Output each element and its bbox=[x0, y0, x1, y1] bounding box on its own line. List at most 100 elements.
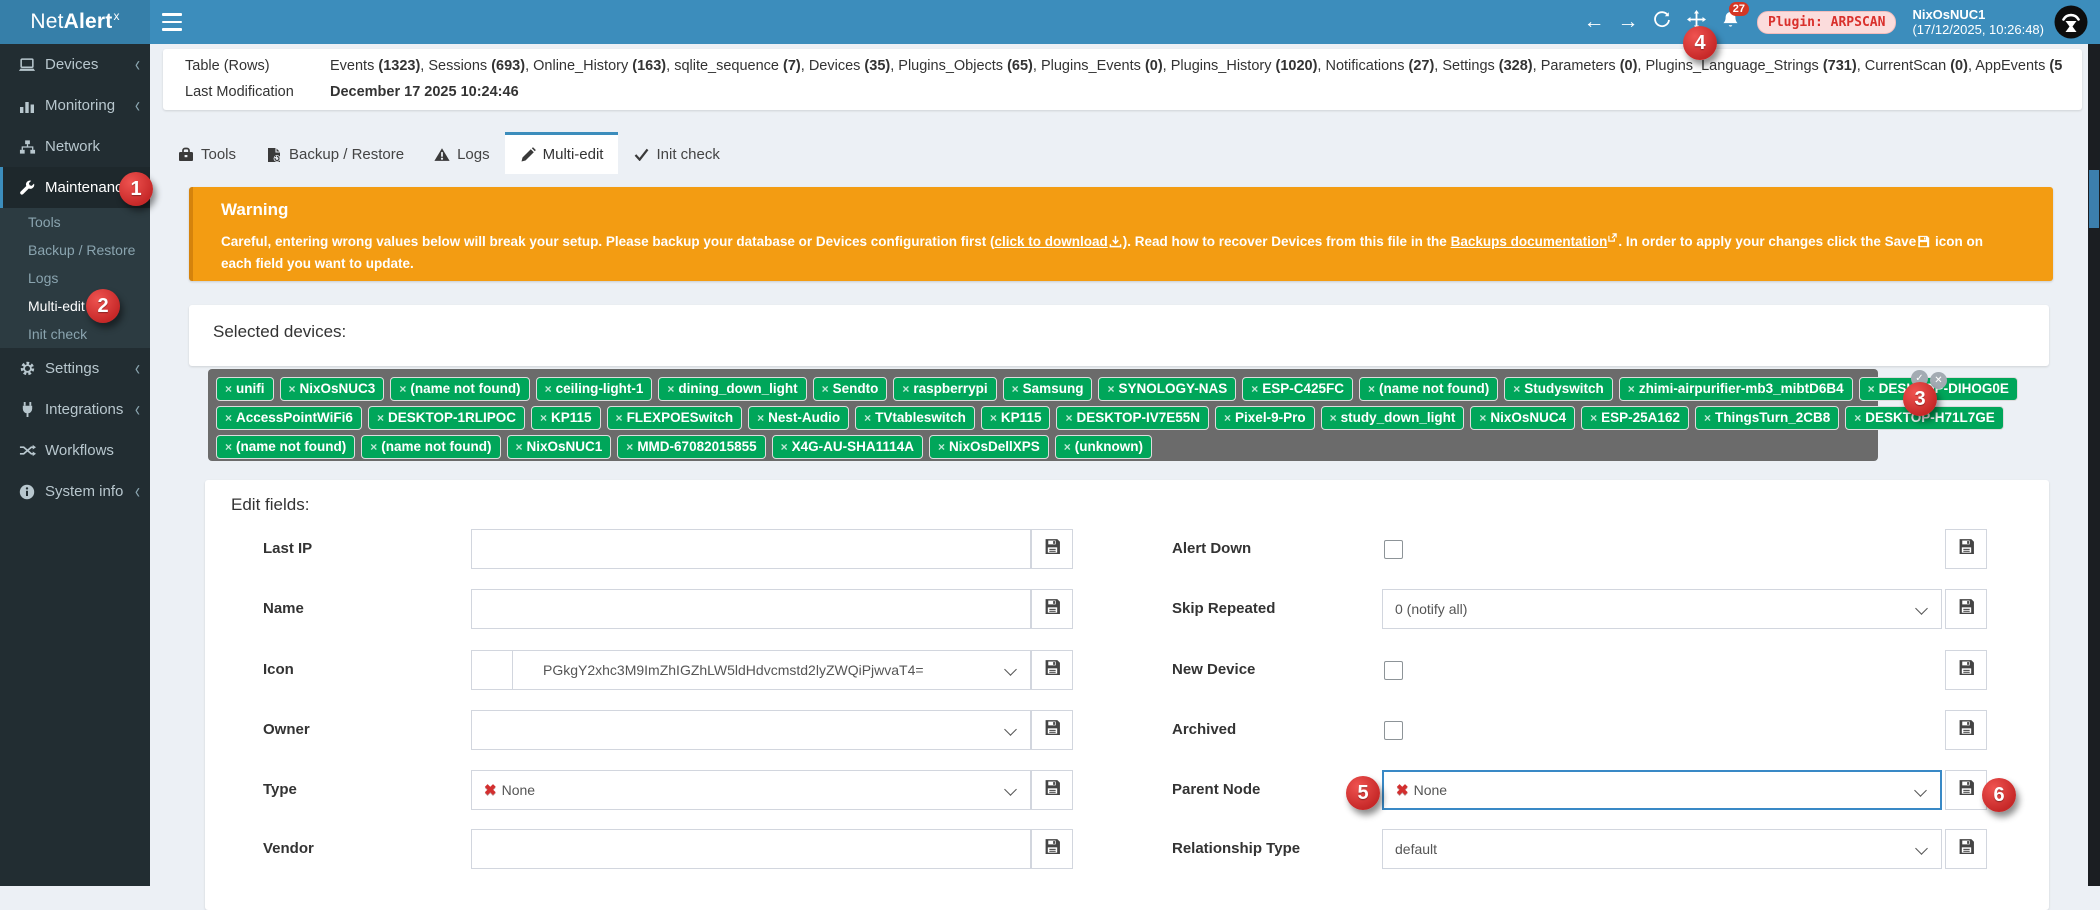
remove-chip-icon[interactable]: × bbox=[225, 440, 232, 454]
remove-chip-icon[interactable]: × bbox=[1107, 382, 1114, 396]
remove-chip-icon[interactable]: × bbox=[757, 411, 764, 425]
skip-repeated-save-button[interactable] bbox=[1945, 589, 1987, 629]
parent-node-select[interactable]: ✖None bbox=[1382, 770, 1942, 810]
device-chip[interactable]: ×Samsung bbox=[1003, 377, 1093, 401]
remove-chip-icon[interactable]: × bbox=[1513, 382, 1520, 396]
sidebar-item-network[interactable]: Network bbox=[0, 126, 150, 167]
archived-save-button[interactable] bbox=[1945, 710, 1987, 750]
remove-chip-icon[interactable]: × bbox=[1854, 411, 1861, 425]
last-ip-save-button[interactable] bbox=[1031, 529, 1073, 569]
device-chip[interactable]: ×study_down_light bbox=[1321, 406, 1465, 430]
remove-chip-icon[interactable]: × bbox=[1868, 382, 1875, 396]
remove-chip-icon[interactable]: × bbox=[1368, 382, 1375, 396]
device-chip[interactable]: ×NixOsDellXPS bbox=[929, 435, 1049, 459]
backups-documentation-link[interactable]: Backups documentation bbox=[1451, 234, 1608, 249]
remove-chip-icon[interactable]: × bbox=[1065, 411, 1072, 425]
device-chip[interactable]: ×MMD-67082015855 bbox=[617, 435, 765, 459]
clear-selection-button[interactable]: ✕ bbox=[1930, 372, 1947, 389]
sidebar-subitem-multi-edit[interactable]: Multi-edit bbox=[0, 292, 150, 320]
remove-chip-icon[interactable]: × bbox=[516, 440, 523, 454]
device-chip[interactable]: ×NixOsNUC4 bbox=[1470, 406, 1575, 430]
device-chip[interactable]: ×TVtableswitch bbox=[855, 406, 975, 430]
sidebar-item-settings[interactable]: Settings‹ bbox=[0, 348, 150, 389]
remove-chip-icon[interactable]: × bbox=[938, 440, 945, 454]
device-chip[interactable]: ×DESKTOP-IV7E55N bbox=[1056, 406, 1209, 430]
type-select[interactable]: ✖None bbox=[471, 770, 1031, 810]
sidebar-subitem-init-check[interactable]: Init check bbox=[0, 320, 150, 348]
parent-node-save-button[interactable] bbox=[1945, 770, 1987, 810]
remove-chip-icon[interactable]: × bbox=[1628, 382, 1635, 396]
device-chip[interactable]: ×raspberrypi bbox=[893, 377, 996, 401]
remove-chip-icon[interactable]: × bbox=[545, 382, 552, 396]
arrow-left-button[interactable]: ← bbox=[1577, 0, 1611, 44]
sidebar-item-monitoring[interactable]: Monitoring‹ bbox=[0, 85, 150, 126]
sidebar-subitem-tools[interactable]: Tools bbox=[0, 208, 150, 236]
device-chip[interactable]: ×Pixel-9-Pro bbox=[1215, 406, 1315, 430]
refresh-button[interactable] bbox=[1645, 0, 1679, 44]
remove-chip-icon[interactable]: × bbox=[1479, 411, 1486, 425]
bell-button[interactable]: 27 bbox=[1713, 0, 1747, 44]
remove-chip-icon[interactable]: × bbox=[616, 411, 623, 425]
owner-save-button[interactable] bbox=[1031, 710, 1073, 750]
sidebar-subitem-logs[interactable]: Logs bbox=[0, 264, 150, 292]
device-chip[interactable]: ×ESP-25A162 bbox=[1581, 406, 1689, 430]
tab-multi-edit[interactable]: Multi-edit bbox=[505, 132, 619, 174]
device-chip[interactable]: ×unifi bbox=[216, 377, 274, 401]
sidebar-subitem-backup-restore[interactable]: Backup / Restore bbox=[0, 236, 150, 264]
type-save-button[interactable] bbox=[1031, 770, 1073, 810]
plugin-status-badge[interactable]: Plugin: ARPSCAN bbox=[1757, 11, 1896, 34]
remove-chip-icon[interactable]: × bbox=[1590, 411, 1597, 425]
tab-logs[interactable]: Logs bbox=[419, 132, 505, 174]
alert-down-save-button[interactable] bbox=[1945, 529, 1987, 569]
device-chip[interactable]: ×X4G-AU-SHA1114A bbox=[772, 435, 923, 459]
alert-down-checkbox[interactable] bbox=[1384, 540, 1403, 559]
new-device-save-button[interactable] bbox=[1945, 650, 1987, 690]
remove-chip-icon[interactable]: × bbox=[225, 411, 232, 425]
remove-chip-icon[interactable]: × bbox=[781, 440, 788, 454]
device-chip[interactable]: ×ESP-C425FC bbox=[1242, 377, 1353, 401]
remove-chip-icon[interactable]: × bbox=[1224, 411, 1231, 425]
device-chip[interactable]: ×NixOsNUC1 bbox=[507, 435, 612, 459]
tab-backup-restore[interactable]: Backup / Restore bbox=[251, 132, 419, 174]
tab-tools[interactable]: Tools bbox=[163, 132, 251, 174]
device-chip[interactable]: ×(name not found) bbox=[216, 435, 355, 459]
remove-chip-icon[interactable]: × bbox=[667, 382, 674, 396]
device-chip[interactable]: ×AccessPointWiFi6 bbox=[216, 406, 362, 430]
device-chip[interactable]: ×NixOsNUC3 bbox=[280, 377, 385, 401]
device-chip[interactable]: ×ThingsTurn_2CB8 bbox=[1695, 406, 1839, 430]
relationship-type-select[interactable]: default bbox=[1382, 829, 1942, 869]
remove-chip-icon[interactable]: × bbox=[902, 382, 909, 396]
device-chip[interactable]: ×KP115 bbox=[531, 406, 601, 430]
archived-checkbox[interactable] bbox=[1384, 721, 1403, 740]
device-chip[interactable]: ×FLEXPOESwitch bbox=[607, 406, 743, 430]
app-logo[interactable]: NetAlertx bbox=[0, 0, 150, 44]
device-chip[interactable]: ×(name not found) bbox=[390, 377, 529, 401]
name-save-button[interactable] bbox=[1031, 589, 1073, 629]
vendor-save-button[interactable] bbox=[1031, 829, 1073, 869]
remove-chip-icon[interactable]: × bbox=[1251, 382, 1258, 396]
remove-chip-icon[interactable]: × bbox=[626, 440, 633, 454]
device-chip[interactable]: ×Sendto bbox=[813, 377, 888, 401]
sidebar-item-devices[interactable]: Devices‹ bbox=[0, 44, 150, 85]
device-chip[interactable]: ×Nest-Audio bbox=[748, 406, 849, 430]
remove-chip-icon[interactable]: × bbox=[1064, 440, 1071, 454]
skip-repeated-select[interactable]: 0 (notify all) bbox=[1382, 589, 1942, 629]
owner-select[interactable] bbox=[471, 710, 1031, 750]
remove-chip-icon[interactable]: × bbox=[1330, 411, 1337, 425]
icon-select[interactable]: PGkgY2xhc3M9ImZhIGZhLW5ldHdvcmstd2lyZWQi… bbox=[512, 650, 1031, 690]
remove-chip-icon[interactable]: × bbox=[864, 411, 871, 425]
icon-save-button[interactable] bbox=[1031, 650, 1073, 690]
tab-init-check[interactable]: Init check bbox=[618, 132, 734, 174]
device-chip[interactable]: ×ceiling-light-1 bbox=[536, 377, 653, 401]
device-chip[interactable]: ×(unknown) bbox=[1055, 435, 1152, 459]
relationship-type-save-button[interactable] bbox=[1945, 829, 1987, 869]
device-chip[interactable]: ×(name not found) bbox=[361, 435, 500, 459]
device-chip[interactable]: ×Studyswitch bbox=[1504, 377, 1613, 401]
remove-chip-icon[interactable]: × bbox=[1704, 411, 1711, 425]
remove-chip-icon[interactable]: × bbox=[990, 411, 997, 425]
remove-chip-icon[interactable]: × bbox=[399, 382, 406, 396]
device-chip[interactable]: ×KP115 bbox=[981, 406, 1051, 430]
name-input[interactable] bbox=[471, 589, 1031, 629]
device-chip[interactable]: ×dining_down_light bbox=[658, 377, 806, 401]
remove-chip-icon[interactable]: × bbox=[377, 411, 384, 425]
